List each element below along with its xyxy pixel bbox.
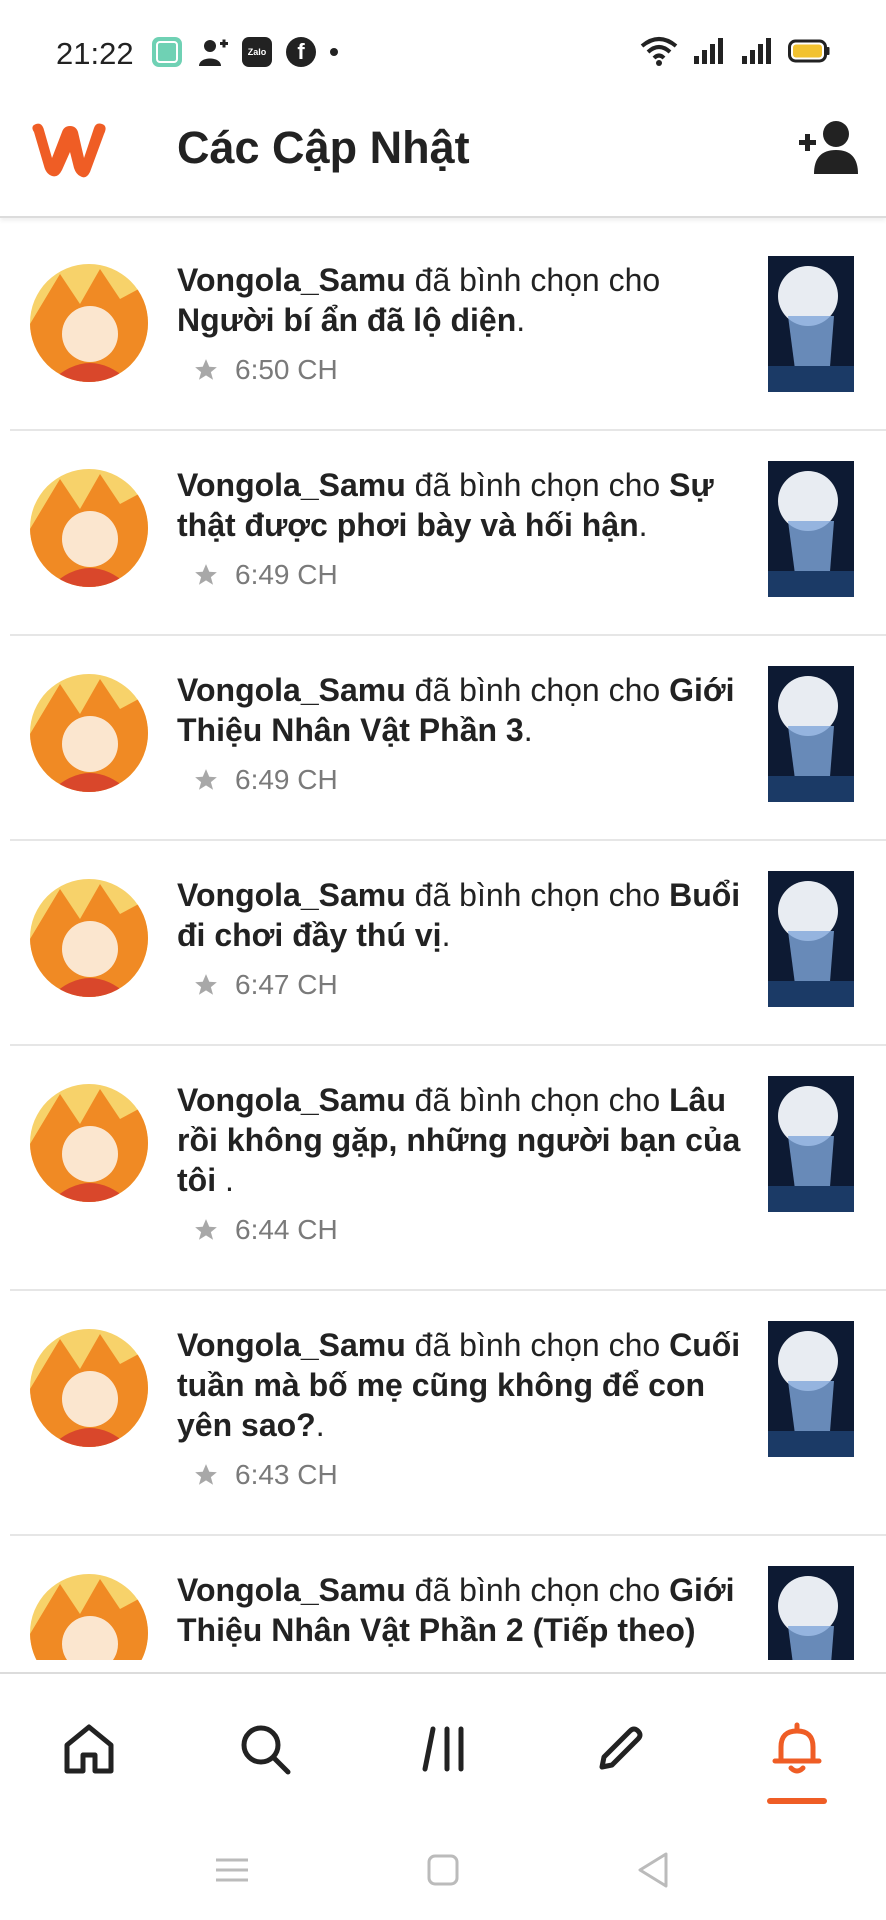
punctuation: . xyxy=(638,507,648,543)
notifications-tab[interactable] xyxy=(762,1714,832,1784)
back-icon[interactable] xyxy=(632,1848,676,1892)
battery-icon xyxy=(788,39,830,63)
action-text: đã bình chọn cho xyxy=(414,1572,661,1608)
update-text: Vongola_Samu đã bình chọn cho Cuối tuần … xyxy=(177,1325,749,1445)
avatar[interactable] xyxy=(30,469,148,587)
story-cover[interactable] xyxy=(768,1566,854,1660)
username[interactable]: Vongola_Samu xyxy=(177,1572,406,1608)
more-dot-icon xyxy=(330,48,338,56)
item-meta: 6:49 CH xyxy=(193,764,338,796)
punctuation: . xyxy=(224,1162,234,1198)
system-navigation-bar xyxy=(0,1818,886,1920)
timestamp: 6:43 CH xyxy=(235,1459,338,1490)
story-cover[interactable] xyxy=(768,1076,854,1212)
item-meta: 6:43 CH xyxy=(193,1459,338,1491)
story-cover[interactable] xyxy=(768,256,854,392)
list-item[interactable]: Vongola_Samu đã bình chọn cho Buổi đi ch… xyxy=(10,839,886,1046)
item-meta: 6:50 CH xyxy=(193,354,338,386)
list-item[interactable]: Vongola_Samu đã bình chọn cho Giới Thiệu… xyxy=(10,1534,886,1660)
wattpad-logo-icon[interactable] xyxy=(28,118,110,182)
add-user-icon[interactable] xyxy=(796,118,866,178)
list-item[interactable]: Vongola_Samu đã bình chọn cho Sự thật đư… xyxy=(10,429,886,636)
bell-icon xyxy=(772,1722,822,1774)
facebook-icon: f xyxy=(286,37,316,67)
story-title[interactable]: Người bí ẩn đã lộ diện xyxy=(177,302,516,338)
search-tab[interactable] xyxy=(230,1714,300,1784)
timestamp: 6:49 CH xyxy=(235,764,338,795)
avatar[interactable] xyxy=(30,674,148,792)
page-title: Các Cập Nhật xyxy=(177,122,470,173)
story-cover[interactable] xyxy=(768,461,854,597)
star-icon xyxy=(195,359,217,380)
username[interactable]: Vongola_Samu xyxy=(177,467,406,503)
username[interactable]: Vongola_Samu xyxy=(177,1327,406,1363)
story-cover[interactable] xyxy=(768,1321,854,1457)
action-text: đã bình chọn cho xyxy=(414,1327,661,1363)
menu-icon[interactable] xyxy=(210,1848,254,1892)
action-text: đã bình chọn cho xyxy=(414,1082,661,1118)
update-text: Vongola_Samu đã bình chọn cho Buổi đi ch… xyxy=(177,875,749,955)
update-text: Vongola_Samu đã bình chọn cho Người bí ẩ… xyxy=(177,260,749,340)
list-item[interactable]: Vongola_Samu đã bình chọn cho Giới Thiệu… xyxy=(10,634,886,841)
action-text: đã bình chọn cho xyxy=(414,262,661,298)
story-cover[interactable] xyxy=(768,871,854,1007)
username[interactable]: Vongola_Samu xyxy=(177,1082,406,1118)
punctuation: . xyxy=(441,917,451,953)
list-item[interactable]: Vongola_Samu đã bình chọn cho Người bí ẩ… xyxy=(10,224,886,431)
username[interactable]: Vongola_Samu xyxy=(177,672,406,708)
timestamp: 6:44 CH xyxy=(235,1214,338,1245)
home-button-icon[interactable] xyxy=(421,1848,465,1892)
update-text: Vongola_Samu đã bình chọn cho Giới Thiệu… xyxy=(177,670,749,750)
star-icon xyxy=(195,564,217,585)
status-bar: 21:22 Zalo f xyxy=(0,0,886,100)
item-meta: 6:44 CH xyxy=(193,1214,338,1246)
bottom-navigation xyxy=(0,1672,886,1820)
list-item[interactable]: Vongola_Samu đã bình chọn cho Cuối tuần … xyxy=(10,1289,886,1536)
item-meta: 6:49 CH xyxy=(193,559,338,591)
status-time: 21:22 xyxy=(56,36,134,71)
pencil-icon xyxy=(599,1726,643,1770)
star-icon xyxy=(195,1464,217,1485)
wifi-icon xyxy=(640,37,678,66)
punctuation: . xyxy=(315,1407,325,1443)
home-icon xyxy=(64,1724,114,1774)
signal-icon-2 xyxy=(742,38,771,64)
home-tab[interactable] xyxy=(54,1714,124,1784)
item-meta: 6:47 CH xyxy=(193,969,338,1001)
timestamp: 6:49 CH xyxy=(235,559,338,590)
punctuation: . xyxy=(516,302,526,338)
zalo-icon: Zalo xyxy=(242,37,272,67)
update-text: Vongola_Samu đã bình chọn cho Sự thật đư… xyxy=(177,465,749,545)
story-cover[interactable] xyxy=(768,666,854,802)
timestamp: 6:50 CH xyxy=(235,354,338,385)
avatar[interactable] xyxy=(30,264,148,382)
contacts-icon xyxy=(199,39,228,66)
updates-feed: Vongola_Samu đã bình chọn cho Người bí ẩ… xyxy=(0,224,886,1660)
avatar[interactable] xyxy=(30,879,148,997)
app-header: Các Cập Nhật xyxy=(0,100,886,218)
library-tab[interactable] xyxy=(410,1714,480,1784)
active-tab-indicator xyxy=(767,1798,827,1804)
signal-icon-1 xyxy=(694,38,723,64)
write-tab[interactable] xyxy=(585,1714,655,1784)
star-icon xyxy=(195,769,217,790)
action-text: đã bình chọn cho xyxy=(414,672,661,708)
search-icon xyxy=(241,1725,291,1775)
avatar[interactable] xyxy=(30,1084,148,1202)
avatar[interactable] xyxy=(30,1329,148,1447)
username[interactable]: Vongola_Samu xyxy=(177,877,406,913)
punctuation: . xyxy=(523,712,533,748)
timestamp: 6:47 CH xyxy=(235,969,338,1000)
action-text: đã bình chọn cho xyxy=(414,877,661,913)
list-item[interactable]: Vongola_Samu đã bình chọn cho Lâu rồi kh… xyxy=(10,1044,886,1291)
update-text: Vongola_Samu đã bình chọn cho Lâu rồi kh… xyxy=(177,1080,749,1200)
star-icon xyxy=(195,1219,217,1240)
messages-app-icon xyxy=(152,37,182,67)
username[interactable]: Vongola_Samu xyxy=(177,262,406,298)
action-text: đã bình chọn cho xyxy=(414,467,661,503)
star-icon xyxy=(195,974,217,995)
avatar[interactable] xyxy=(30,1574,148,1660)
update-text: Vongola_Samu đã bình chọn cho Giới Thiệu… xyxy=(177,1570,749,1650)
library-icon xyxy=(422,1726,464,1772)
